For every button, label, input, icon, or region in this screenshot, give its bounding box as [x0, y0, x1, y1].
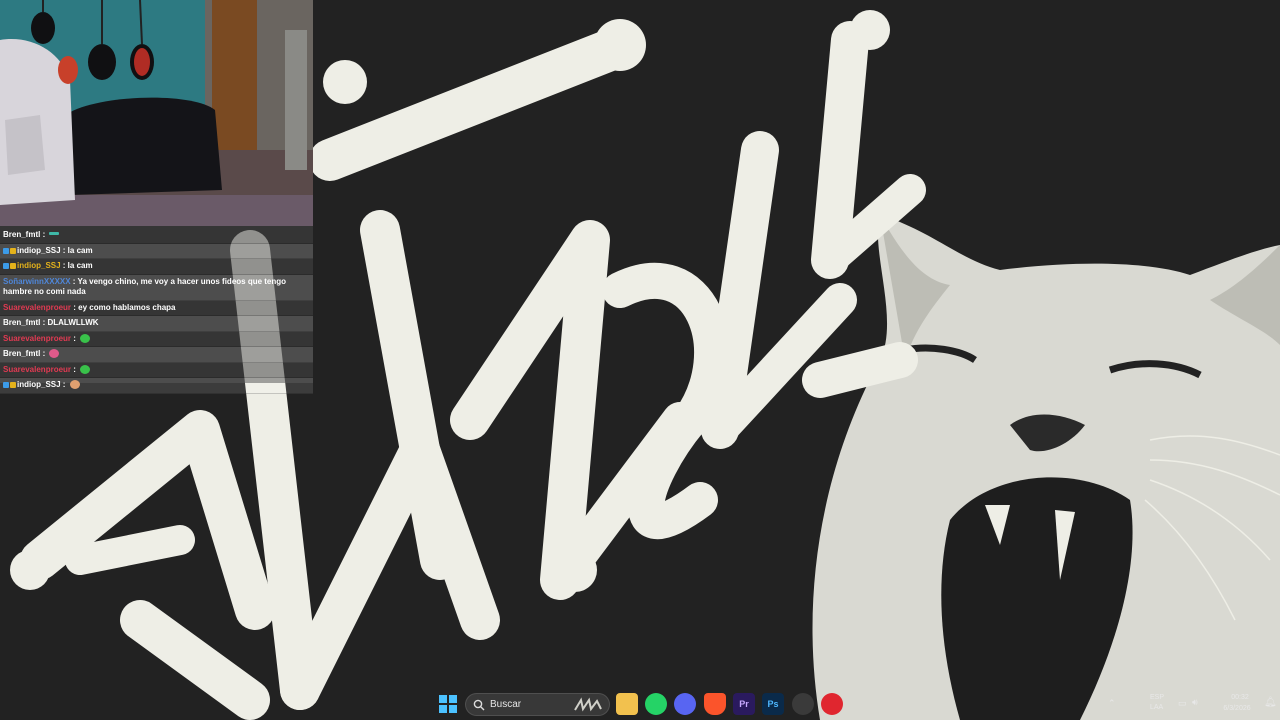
network-icon[interactable]: ▭: [1178, 698, 1187, 709]
chat-message: Bren_fmtl :: [0, 347, 313, 363]
chat-message: Bren_fmtl :: [0, 228, 313, 244]
green-blob-emote-icon: [80, 333, 91, 343]
search-icon: [473, 699, 485, 711]
chat-username[interactable]: SoñarwinnXXXXX: [3, 277, 71, 286]
chat-username[interactable]: Suarevalenproeur: [3, 303, 71, 312]
obs-icon[interactable]: [792, 693, 814, 715]
stream-chat-overlay: Bren_fmtl : indiop_SSJ : la cam indiop_SS…: [0, 226, 313, 394]
chat-username[interactable]: indiop_SSJ: [17, 246, 61, 255]
notification-bell-icon[interactable]: 🔔︎: [1264, 697, 1277, 708]
chat-message: Suarevalenproeur :: [0, 363, 313, 378]
chat-badge-icon: [3, 382, 9, 388]
system-tray: ⌃ ESP LAA ▭ 🔊︎ 00:32 6/3/2026 🔔︎: [1100, 688, 1280, 720]
chat-badge-icon: [3, 247, 9, 254]
chat-separator: :: [40, 230, 48, 239]
pink-emote-icon: [49, 349, 60, 358]
chat-sub-badge-icon: [10, 382, 16, 388]
start-button[interactable]: [437, 693, 459, 715]
chat-message: SoñarwinnXXXXX : Ya vengo chino, me voy …: [0, 274, 313, 301]
clock-date[interactable]: 6/3/2026: [1214, 705, 1260, 712]
language-top[interactable]: ESP: [1150, 694, 1164, 701]
desktop: Bren_fmtl : indiop_SSJ : la cam indiop_SS…: [0, 0, 1280, 720]
chat-sub-badge-icon: [10, 247, 16, 254]
hand-emote-icon: [69, 380, 80, 389]
search-highlight-icon: [574, 697, 602, 712]
chat-sub-badge-icon: [10, 263, 16, 269]
chat-message: indiop_SSJ : la cam: [0, 259, 313, 275]
brave-icon[interactable]: [704, 693, 726, 715]
webcam-overlay: [0, 0, 313, 226]
chat-separator: :: [71, 333, 79, 343]
chat-separator: :: [60, 245, 68, 255]
show-hidden-icons-chevron-icon[interactable]: ⌃: [1108, 698, 1116, 709]
chat-separator: :: [40, 349, 48, 358]
chat-message: Suarevalenproeur : ey como hablamos chap…: [0, 301, 313, 316]
whatsapp-icon[interactable]: [645, 693, 667, 715]
chat-message-text: la cam: [67, 245, 93, 255]
chat-username[interactable]: Bren_fmtl: [3, 230, 40, 239]
chat-badge-icon: [3, 263, 9, 269]
chat-message: indiop_SSJ : la cam: [0, 243, 313, 259]
chat-message: Suarevalenproeur :: [0, 332, 313, 347]
chat-username[interactable]: indiop_SSJ: [17, 261, 61, 270]
taskbar-search-box[interactable]: Buscar: [465, 693, 610, 716]
chat-separator: :: [70, 276, 78, 286]
teal-line-emote-icon: [49, 232, 60, 235]
volume-icon[interactable]: 🔊︎: [1192, 697, 1198, 708]
chat-username[interactable]: Bren_fmtl: [3, 318, 40, 327]
search-placeholder: Buscar: [490, 699, 522, 710]
chat-message-text: ey como hablamos chapa: [78, 302, 176, 312]
chat-username[interactable]: Suarevalenproeur: [3, 365, 71, 374]
chat-message: Bren_fmtl : DLALWLLWK: [0, 316, 313, 332]
file-explorer-icon[interactable]: [616, 693, 638, 715]
red-app-icon[interactable]: [821, 693, 843, 715]
chat-message: indiop_SSJ :: [0, 378, 313, 394]
windows-logo-icon: [439, 695, 457, 713]
chat-username[interactable]: Bren_fmtl: [3, 349, 40, 358]
discord-icon[interactable]: [674, 693, 696, 715]
webcam-image: [0, 0, 313, 226]
language-bottom[interactable]: LAA: [1150, 704, 1163, 711]
photoshop-icon[interactable]: Ps: [762, 693, 784, 715]
chat-message-text: DLALWLLWK: [47, 318, 99, 327]
taskbar: Buscar Pr Ps ⌃ ESP LAA ▭ 🔊︎ 00:32 6/3/202…: [0, 688, 1280, 720]
chat-username[interactable]: indiop_SSJ: [17, 380, 61, 389]
chat-message-text: la cam: [67, 261, 93, 270]
chat-separator: :: [71, 364, 79, 374]
green-blob-emote-icon: [80, 364, 91, 374]
chat-separator: :: [60, 261, 68, 270]
premiere-icon[interactable]: Pr: [733, 693, 755, 715]
clock-time[interactable]: 00:32: [1220, 694, 1260, 701]
chat-separator: :: [60, 380, 68, 389]
chat-username[interactable]: Suarevalenproeur: [3, 334, 71, 343]
